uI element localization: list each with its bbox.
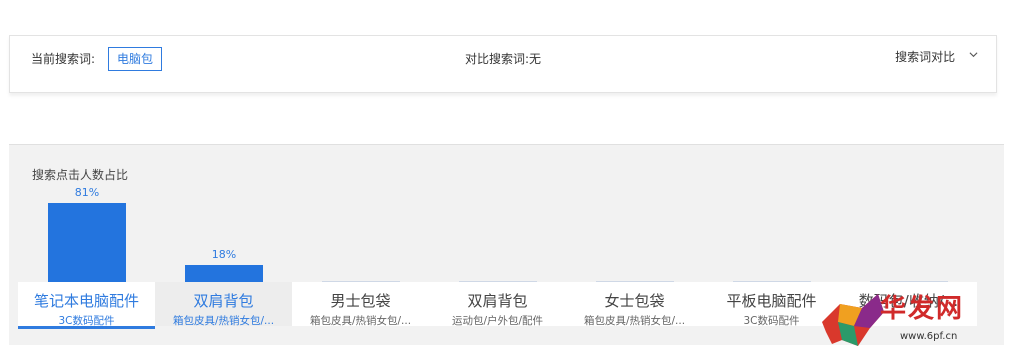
- category-tab-path: 3C数码配件: [58, 315, 115, 327]
- compare-toggle-button[interactable]: 搜索词对比: [895, 48, 978, 65]
- current-keyword-label: 当前搜索词:: [31, 52, 96, 66]
- bar-chart: 81% 18%: [9, 145, 1004, 283]
- category-tab[interactable]: 女士包袋箱包皮具/热销女包/...: [566, 282, 703, 327]
- category-tab-name: 双肩背包: [467, 292, 528, 310]
- category-tab[interactable]: 男士包袋箱包皮具/热销女包/...: [292, 282, 429, 327]
- chevron-down-icon: [969, 52, 978, 58]
- category-tab-name: 笔记本电脑配件: [33, 292, 139, 310]
- watermark-url: www.6pf.cn: [900, 331, 958, 342]
- category-tab-name: 男士包袋: [330, 292, 391, 310]
- category-tab[interactable]: 双肩背包运动包/户外包/配件: [429, 282, 566, 327]
- compare-toggle-label: 搜索词对比: [895, 50, 956, 64]
- category-tab-name: 双肩背包: [193, 292, 254, 310]
- category-tab-path: 箱包皮具/热销女包/...: [309, 315, 412, 327]
- category-tab-name: 女士包袋: [604, 292, 665, 310]
- bar-data-label: 18%: [211, 248, 237, 261]
- category-tab-path: 箱包皮具/热销女包/...: [172, 315, 275, 327]
- category-tab-path: 箱包皮具/热销女包/...: [583, 315, 686, 327]
- chart-bar: [48, 203, 126, 283]
- category-tab[interactable]: 双肩背包箱包皮具/热销女包/...: [155, 282, 292, 327]
- search-compare-bar: 当前搜索词: 电脑包 对比搜索词:无 搜索词对比: [9, 35, 997, 93]
- bar-data-label: 81%: [74, 186, 100, 199]
- current-keyword-tag[interactable]: 电脑包: [108, 47, 163, 71]
- compare-keyword-label: 对比搜索词:无: [465, 52, 542, 66]
- watermark-text: 华发网: [880, 294, 965, 324]
- chart-bar: [185, 265, 263, 283]
- category-tab-path: 运动包/户外包/配件: [451, 315, 544, 327]
- category-tab[interactable]: 笔记本电脑配件 3C数码配件: [18, 282, 155, 329]
